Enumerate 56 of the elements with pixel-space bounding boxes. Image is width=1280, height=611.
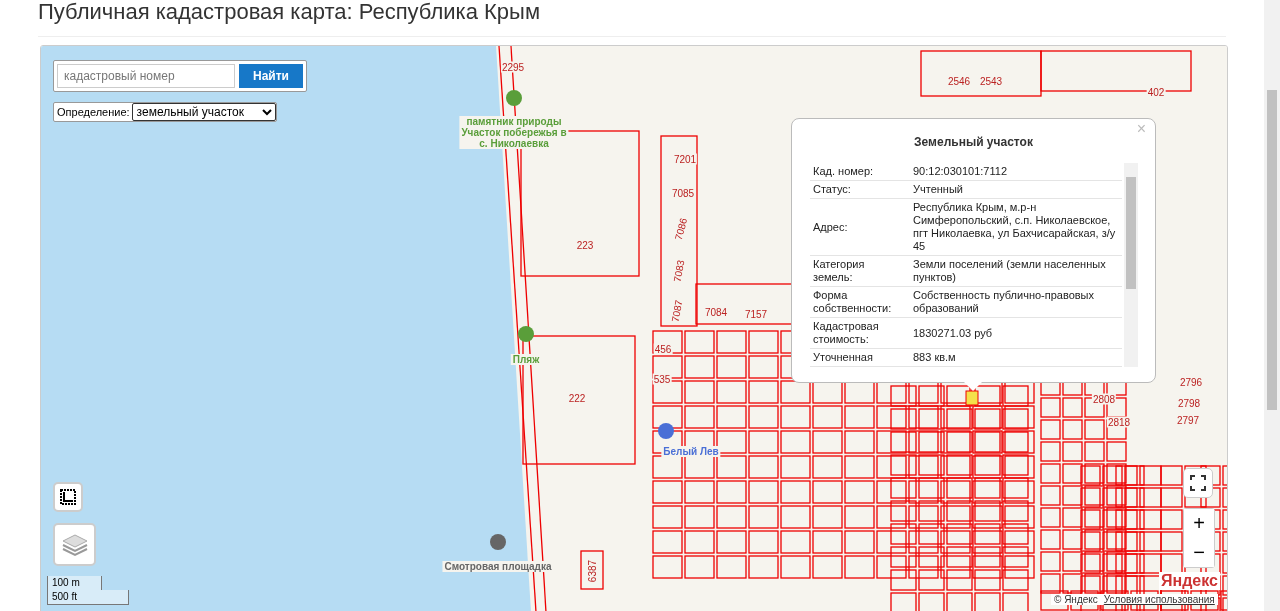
parcel-number: 7157: [743, 308, 769, 320]
layers-icon: [61, 532, 88, 557]
search-field[interactable]: кадастровый номер: [57, 64, 235, 88]
page-title: Публичная кадастровая карта: Республика Крым: [38, 0, 540, 24]
field-label: Кадастровая стоимость:: [810, 317, 910, 349]
parcel-number: 2796: [1178, 376, 1204, 388]
chevron-down-icon: [261, 108, 272, 116]
parcel-number: 7201: [672, 153, 698, 165]
place-label: памятник природы Участок побережья в с. Николаевка: [459, 116, 569, 149]
fullscreen-button[interactable]: [1183, 468, 1213, 498]
field-value: 90:12:030101:7112: [910, 163, 1122, 181]
scale-bar: 100 m: [47, 576, 102, 590]
field-label: Форма собственности:: [810, 286, 910, 318]
layers-button[interactable]: [53, 523, 96, 566]
popup-title: Земельный участок: [913, 135, 1034, 149]
scrollbar[interactable]: [1124, 163, 1138, 367]
field-value: Земли поселений (земли населенных пунктов): [910, 255, 1122, 287]
field-value: Республика Крым, м.р-н Симферопольский, с.п. Николаевское, пгт Николаевка, ул Бахчисарайская, з/у 45: [910, 198, 1122, 256]
parcel-number: 2543: [978, 75, 1004, 87]
ruler-button[interactable]: [53, 482, 83, 512]
field-value: Собственность публично-правовых образований: [910, 286, 1122, 318]
field-label: Уточненная: [810, 348, 910, 367]
parcel-number: 402: [1146, 86, 1166, 98]
parcel-number: 222: [567, 392, 587, 404]
parcel-number: 2798: [1176, 397, 1202, 409]
field-value: 883 кв.м: [910, 348, 1122, 367]
parcel-number: 7085: [670, 187, 696, 199]
parcel-number: 2295: [500, 61, 526, 73]
page-scrollbar[interactable]: [1264, 0, 1280, 611]
ruler-icon: [60, 489, 76, 505]
parcel-number: 456: [653, 343, 673, 355]
field-label: Кад. номер:: [810, 163, 910, 181]
terms-link[interactable]: Условия использования: [1103, 594, 1215, 605]
place-label: Белый Лев: [661, 446, 721, 457]
scale-bar: 500 ft: [47, 590, 129, 605]
parcel-number: 2818: [1106, 416, 1132, 428]
definition-dropdown[interactable]: земельный участок: [131, 103, 276, 121]
parcel-number: 223: [575, 239, 595, 251]
place-label: Пляж: [510, 354, 542, 365]
copyright-text: © Яндекс: [1054, 594, 1098, 605]
parcel-number: 7084: [703, 306, 729, 318]
definition-label: Определение:: [56, 106, 131, 118]
map-logo: Яндекс: [1159, 572, 1220, 590]
parcel-number: 6387: [586, 558, 598, 584]
field-label: Адрес:: [810, 198, 910, 256]
field-label: Статус:: [810, 180, 910, 199]
parcel-number: 2546: [946, 75, 972, 87]
parcel-number: 2797: [1175, 414, 1201, 426]
fullscreen-icon: [1190, 475, 1206, 491]
search-button[interactable]: Найти: [239, 64, 303, 88]
parcel-number: 535: [652, 373, 672, 385]
field-label: Категория земель:: [810, 255, 910, 287]
parcel-number: 2808: [1091, 393, 1117, 405]
field-value: Учтенный: [910, 180, 1122, 199]
field-value: 1830271.03 руб: [910, 317, 1122, 349]
place-label: Смотровая площадка: [442, 561, 554, 572]
